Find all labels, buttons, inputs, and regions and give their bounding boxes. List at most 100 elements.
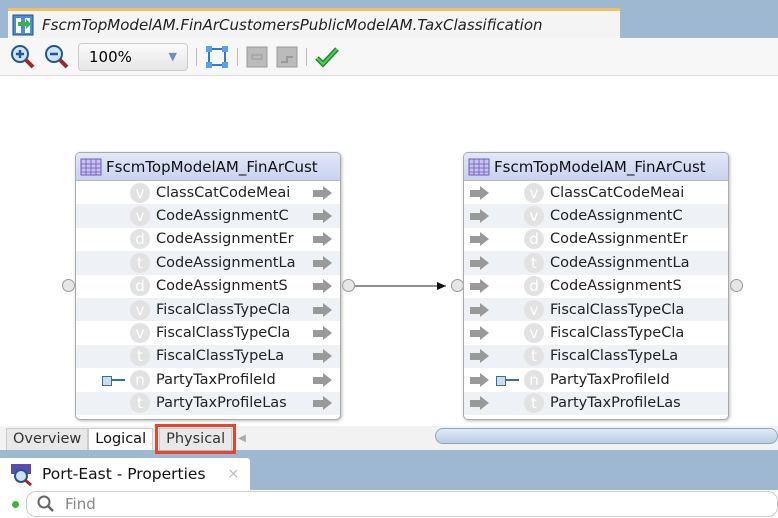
attribute-name: ClassCatCodeMeai — [156, 184, 291, 201]
scroll-left-icon[interactable]: ◀ — [238, 433, 246, 444]
attribute-row[interactable]: t CodeAssignmentLa — [464, 251, 728, 275]
port-arrow-icon — [313, 255, 333, 270]
attribute-type-icon: v — [130, 182, 150, 203]
port-west[interactable] — [62, 279, 75, 292]
attribute-row[interactable]: d CodeAssignmentS — [76, 275, 340, 298]
attribute-type-icon: t — [524, 393, 544, 414]
layout-icon[interactable] — [276, 46, 298, 68]
tab-logical[interactable]: Logical — [88, 428, 154, 450]
chevron-down-icon: ▼ — [168, 50, 177, 63]
toolbar-separator — [237, 47, 238, 66]
table-icon — [468, 158, 490, 175]
port-arrow-icon — [313, 279, 333, 294]
attribute-type-icon: t — [130, 346, 150, 367]
diagram-toolbar: 100% ▼ — [0, 38, 778, 76]
zoom-level-select[interactable]: 100% ▼ — [78, 42, 188, 71]
validate-check-icon[interactable] — [315, 46, 339, 68]
attribute-type-icon: v — [130, 299, 150, 320]
attribute-row[interactable]: n PartyTaxProfileId — [464, 368, 728, 391]
attribute-row[interactable]: v ClassCatCodeMeai — [464, 181, 728, 204]
attribute-type-icon: v — [524, 182, 544, 203]
zoom-level-value: 100% — [89, 47, 132, 66]
attribute-row[interactable]: t PartyTaxProfileLas — [76, 391, 340, 415]
port-arrow-icon — [470, 396, 490, 411]
port-arrow-icon — [313, 185, 333, 200]
attribute-row[interactable]: t CodeAssignmentLa — [76, 251, 340, 275]
attribute-type-icon: t — [524, 252, 544, 273]
collapse-icon[interactable] — [246, 46, 268, 68]
entity-left[interactable]: FscmTopModelAM_FinArCust v ClassCatCodeMe… — [75, 152, 341, 420]
attribute-name: PartyTaxProfileLas — [156, 395, 287, 412]
attribute-row[interactable]: v FiscalClassTypeCla — [464, 297, 728, 322]
port-east[interactable] — [730, 279, 743, 292]
attribute-row[interactable]: v FiscalClassTypeCla — [464, 321, 728, 344]
port-arrow-icon — [470, 209, 490, 224]
entity-title: FscmTopModelAM_FinArCust — [106, 157, 318, 176]
attribute-name: CodeAssignmentEr — [550, 231, 688, 248]
attribute-row[interactable]: v FiscalClassTypeCla — [76, 297, 340, 322]
attribute-row[interactable]: t FiscalClassTypeLa — [464, 344, 728, 369]
attribute-name: CodeAssignmentS — [156, 278, 288, 295]
toolbar-separator — [196, 47, 197, 66]
diagram-canvas[interactable]: FscmTopModelAM_FinArCust v ClassCatCodeMe… — [0, 76, 778, 426]
search-icon — [37, 495, 54, 512]
close-icon[interactable]: × — [228, 466, 240, 482]
port-arrow-icon — [313, 396, 333, 411]
editor-tab[interactable]: FscmTopModelAM.FinArCustomersPublicModel… — [8, 8, 620, 38]
attribute-type-icon: v — [524, 323, 544, 344]
port-arrow-icon — [313, 372, 333, 387]
port-arrow-icon — [313, 302, 333, 317]
status-dot-icon — [12, 501, 19, 508]
properties-inspector-icon — [11, 464, 32, 486]
attribute-name: FiscalClassTypeLa — [156, 348, 285, 365]
attribute-row[interactable]: d CodeAssignmentS — [464, 275, 728, 298]
attribute-name: FiscalClassTypeCla — [550, 301, 685, 318]
port-arrow-icon — [470, 279, 490, 294]
attribute-type-icon: d — [130, 229, 150, 250]
fit-to-window-icon[interactable] — [205, 45, 229, 69]
properties-title: Port-East - Properties — [42, 465, 206, 483]
primary-key-icon — [496, 375, 522, 386]
attribute-type-icon: v — [524, 206, 544, 227]
zoom-out-icon[interactable] — [44, 44, 70, 70]
attribute-row[interactable]: v FiscalClassTypeCla — [76, 321, 340, 344]
port-east[interactable] — [342, 279, 355, 292]
attribute-name: CodeAssignmentEr — [156, 231, 294, 248]
attribute-name: CodeAssignmentLa — [156, 254, 296, 271]
port-arrow-icon — [470, 255, 490, 270]
find-input[interactable]: Find — [26, 491, 778, 517]
attribute-row[interactable]: d CodeAssignmentEr — [464, 228, 728, 251]
attribute-name: FiscalClassTypeLa — [550, 348, 679, 365]
port-arrow-icon — [470, 326, 490, 341]
port-arrow-icon — [313, 349, 333, 364]
attribute-name: CodeAssignmentC — [550, 208, 683, 225]
properties-tab[interactable]: Port-East - Properties × — [0, 458, 250, 490]
attribute-type-icon: t — [130, 393, 150, 414]
editor-title: FscmTopModelAM.FinArCustomersPublicModel… — [42, 15, 543, 34]
attribute-name: PartyTaxProfileLas — [550, 395, 681, 412]
horizontal-scrollbar[interactable] — [435, 428, 778, 444]
tab-overview[interactable]: Overview — [6, 428, 89, 450]
attribute-row[interactable]: t FiscalClassTypeLa — [76, 344, 340, 369]
attribute-row[interactable]: v CodeAssignmentC — [76, 204, 340, 228]
attribute-row[interactable]: v ClassCatCodeMeai — [76, 181, 340, 204]
tab-physical[interactable]: Physical — [155, 424, 237, 454]
attribute-type-icon: t — [524, 346, 544, 367]
zoom-in-icon[interactable] — [10, 44, 36, 70]
entity-right[interactable]: FscmTopModelAM_FinArCust v ClassCatCodeMe… — [463, 152, 729, 420]
attribute-type-icon: v — [130, 206, 150, 227]
port-arrow-icon — [470, 232, 490, 247]
attribute-row[interactable]: v CodeAssignmentC — [464, 204, 728, 228]
attribute-row[interactable]: n PartyTaxProfileId — [76, 368, 340, 391]
attribute-row[interactable]: t PartyTaxProfileLas — [464, 391, 728, 415]
attribute-name: CodeAssignmentLa — [550, 254, 690, 271]
attribute-name: ClassCatCodeMeai — [550, 184, 685, 201]
attribute-row[interactable]: d CodeAssignmentEr — [76, 228, 340, 251]
port-arrow-icon — [313, 326, 333, 341]
attribute-type-icon: v — [130, 323, 150, 344]
primary-key-icon — [102, 375, 128, 386]
attribute-type-icon: n — [130, 369, 150, 390]
port-arrow-icon — [313, 209, 333, 224]
attribute-type-icon: d — [524, 229, 544, 250]
attribute-name: CodeAssignmentS — [550, 278, 682, 295]
